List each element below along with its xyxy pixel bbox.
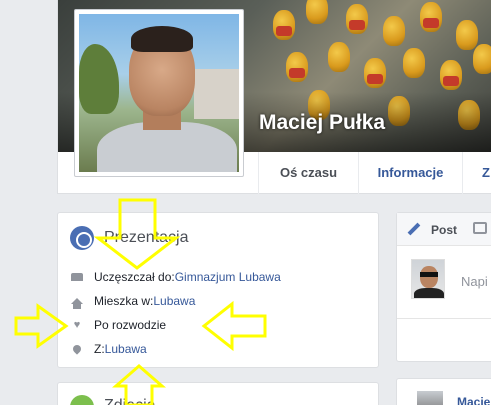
school-icon (70, 270, 84, 284)
composer-avatar (411, 259, 445, 299)
profile-picture[interactable] (74, 9, 244, 177)
location-pin-icon (70, 342, 84, 356)
house-icon (70, 294, 84, 309)
heart-icon: ♥ (73, 319, 81, 331)
lives-prefix: Mieszka w: (94, 294, 154, 308)
profile-header: Maciej Pułka Oś czasu Informacje Z (57, 0, 491, 194)
photos-card[interactable]: Zdjęcia (57, 382, 379, 405)
intro-header: Prezentacja (70, 225, 189, 251)
relationship-status: Po rozwodzie (94, 318, 167, 332)
post-author-avatar[interactable] (417, 391, 443, 405)
composer-tab-post[interactable]: Post (431, 223, 457, 237)
photos-title[interactable]: Zdjęcia (104, 397, 156, 405)
photos-icon (70, 395, 94, 405)
profile-name[interactable]: Maciej Pułka (259, 111, 385, 135)
intro-row-from: Z: Lubawa (70, 340, 147, 358)
globe-icon (70, 226, 94, 250)
composer-tabs: Post (397, 213, 491, 246)
feed-post: Macie (396, 378, 491, 405)
post-author-name[interactable]: Macie (457, 395, 490, 405)
lives-link[interactable]: Lubawa (153, 294, 195, 308)
tab-about[interactable]: Informacje (358, 152, 462, 194)
intro-card: Prezentacja Uczęszczał do: Gimnazjum Lub… (57, 212, 379, 368)
school-prefix: Uczęszczał do: (94, 270, 175, 284)
camera-icon[interactable] (473, 222, 487, 234)
tab-more[interactable]: Z (462, 152, 491, 194)
tab-timeline[interactable]: Oś czasu (258, 152, 358, 194)
composer-input[interactable]: Napi (461, 274, 488, 289)
pencil-icon (407, 222, 421, 236)
school-link[interactable]: Gimnazjum Lubawa (175, 270, 281, 284)
from-prefix: Z: (94, 342, 105, 356)
intro-row-school: Uczęszczał do: Gimnazjum Lubawa (70, 268, 281, 286)
intro-row-lives: Mieszka w: Lubawa (70, 292, 195, 310)
intro-row-relationship: ♥ Po rozwodzie (70, 316, 166, 334)
intro-title: Prezentacja (104, 229, 189, 246)
from-link[interactable]: Lubawa (105, 342, 147, 356)
post-composer: Post Napi (396, 212, 491, 362)
